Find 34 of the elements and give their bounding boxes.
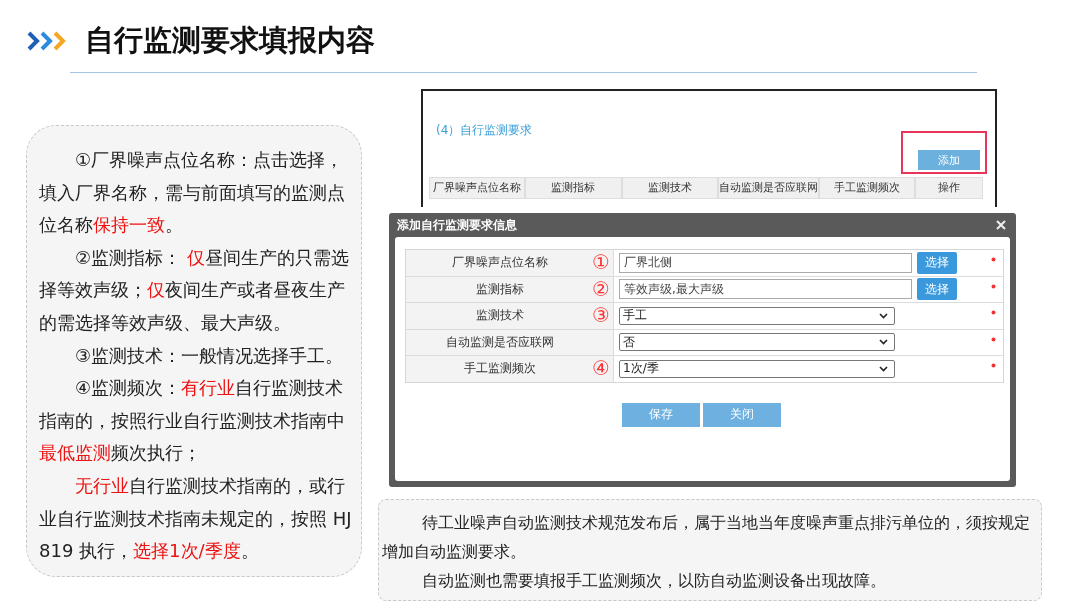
field-label: 手工监测频次 [463, 360, 536, 378]
explanation-paragraph: ④监测频次：有行业自行监测技术指南的，按照行业自行监测技术指南中 最低监测频次执行； [39, 376, 346, 466]
dropdown[interactable]: 否 [619, 333, 895, 352]
input-field[interactable]: 等效声级,最大声级 [619, 279, 912, 300]
caret-icon [879, 365, 888, 372]
field-label: 监测技术 [475, 307, 524, 325]
explanation-paragraph: ③监测技术：一般情况选择手工。 [74, 343, 345, 368]
step-number: ③ [592, 304, 610, 326]
column-header: 手工监测频次 [818, 177, 915, 199]
close-icon[interactable] [996, 220, 1006, 230]
column-header: 操作 [915, 177, 983, 199]
section-title: (4）自行监测要求 [436, 122, 534, 139]
step-number: ② [592, 277, 610, 300]
caret-icon [879, 312, 888, 319]
dropdown[interactable]: 手工 [619, 306, 895, 325]
field-label: 自动监测是否应联网 [445, 333, 554, 351]
slide-title: 自行监测要求填报内容 [85, 22, 375, 59]
note-paragraph: 待工业噪声自动监测技术规范发布后，属于当地当年度噪声重点排污单位的，须按规定增加自动监测要求。 [382, 513, 1032, 563]
explanation-paragraph: ②监测指标： 仅昼间生产的只需选择等效声级；仅夜间生产或者昼夜生产的需选择等效声级、最大声级。 [39, 245, 350, 335]
step-number: ④ [592, 357, 610, 379]
column-header: 监测技术 [621, 177, 718, 199]
dropdown[interactable]: 1次/季 [619, 359, 895, 378]
note-paragraph: 自动监测也需要填报手工监测频次，以防自动监测设备出现故障。 [421, 571, 888, 592]
column-header: 厂界噪声点位名称 [429, 177, 526, 199]
caret-icon [879, 339, 888, 346]
step-number: ① [592, 251, 610, 273]
input-field[interactable]: 厂界北侧 [619, 252, 912, 273]
explanation-paragraph: 无行业自行监测技术指南的，或行业自行监测技术指南未规定的，按照 HJ 819 执行，选择1次/季度。 [39, 473, 353, 564]
field-label: 厂界噪声点位名称 [451, 254, 548, 272]
field-label: 监测指标 [475, 280, 524, 298]
explanation-paragraph: ①厂界噪声点位名称：点击选择，填入厂界名称，需与前面填写的监测点位名称保持一致。 [39, 148, 346, 238]
column-header: 监测指标 [525, 177, 622, 199]
dialog-title: 添加自行监测要求信息 [397, 216, 517, 234]
column-header: 自动监测是否应联网 [717, 177, 819, 199]
